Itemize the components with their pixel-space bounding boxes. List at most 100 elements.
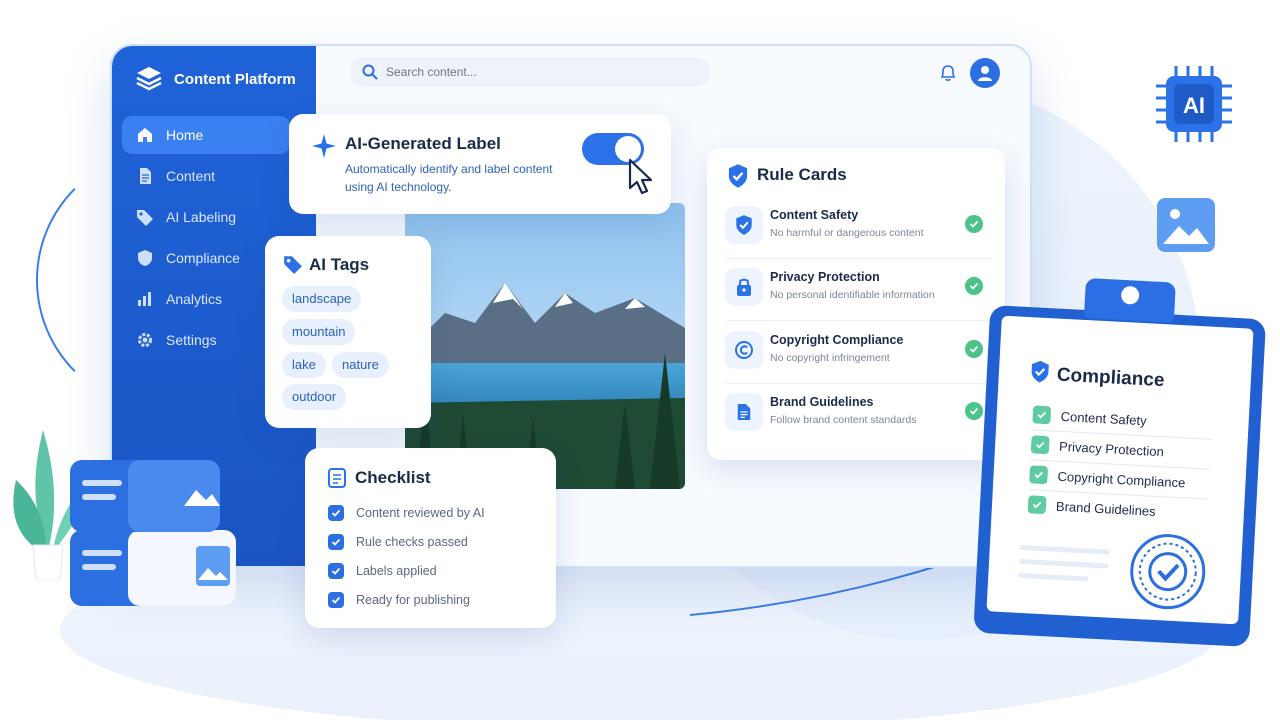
rule-description: No personal identifiable information: [770, 289, 935, 301]
document-icon: [725, 393, 763, 431]
mouse-cursor-icon: [628, 158, 653, 195]
sidebar-item-content[interactable]: Content: [122, 157, 290, 195]
sparkle-icon: [312, 134, 336, 158]
sidebar-item-label: Analytics: [166, 291, 223, 307]
sidebar-item-label: Content: [166, 168, 216, 184]
checklist-icon: [328, 468, 346, 488]
compliance-item: Content Safety: [1032, 405, 1147, 429]
tag-chip[interactable]: outdoor: [282, 384, 347, 410]
rule-name: Brand Guidelines: [770, 395, 874, 409]
ai-tags-title: AI Tags: [309, 255, 370, 274]
check-circle-icon: [965, 402, 983, 420]
compliance-clipboard: Compliance Content Safety Privacy Protec…: [973, 277, 1267, 647]
bar-chart-icon: [138, 292, 151, 306]
divider: [725, 320, 993, 321]
shield-icon: [138, 250, 152, 266]
clipboard-clip: [1083, 277, 1176, 323]
layers-icon: [136, 67, 162, 91]
divider: [725, 383, 993, 384]
avatar[interactable]: [970, 58, 1000, 88]
check-circle-icon: [965, 215, 983, 233]
checklist-item[interactable]: Content reviewed by AI: [328, 505, 485, 521]
lock-icon: [725, 268, 763, 306]
rule-description: Follow brand content standards: [770, 414, 917, 426]
compliance-item-label: Brand Guidelines: [1055, 498, 1157, 519]
rule-row[interactable]: Privacy Protection No personal identifia…: [725, 262, 993, 312]
approval-stamp-icon: [1130, 534, 1206, 610]
checkbox-checked[interactable]: [328, 563, 344, 579]
topbar: [316, 46, 1030, 102]
search-icon: [362, 64, 378, 80]
checklist-item-label: Labels applied: [356, 564, 437, 578]
search-bar[interactable]: [350, 57, 710, 87]
shield-check-icon: [1031, 360, 1049, 383]
clipboard-paper: Compliance Content Safety Privacy Protec…: [986, 315, 1254, 625]
checklist-item[interactable]: Rule checks passed: [328, 534, 468, 550]
compliance-item-label: Content Safety: [1060, 408, 1148, 428]
sidebar-item-ai-labeling[interactable]: AI Labeling: [122, 198, 290, 236]
checkbox-checked[interactable]: [328, 592, 344, 608]
rule-name: Privacy Protection: [770, 270, 880, 284]
tag-icon: [284, 256, 302, 274]
rule-description: No harmful or dangerous content: [770, 227, 924, 239]
checkbox-checked[interactable]: [328, 534, 344, 550]
document-icon: [140, 168, 151, 184]
copyright-icon: [725, 331, 763, 369]
ai-label-description: Automatically identify and label content…: [345, 162, 553, 194]
rule-row[interactable]: Copyright Compliance No copyright infrin…: [725, 325, 993, 375]
placeholder-line: [1018, 558, 1110, 569]
rule-name: Content Safety: [770, 208, 859, 222]
sidebar-item-label: Settings: [166, 332, 217, 348]
tag-icon: [137, 210, 153, 226]
rule-cards-panel: Rule Cards Content Safety No harmful or …: [707, 148, 1005, 460]
rule-name: Copyright Compliance: [770, 333, 904, 347]
checklist-item-label: Rule checks passed: [356, 535, 468, 549]
compliance-item-label: Copyright Compliance: [1057, 468, 1186, 490]
rule-description: No copyright infringement: [770, 352, 890, 364]
checklist-item-label: Ready for publishing: [356, 593, 470, 607]
checklist-item[interactable]: Labels applied: [328, 563, 437, 579]
ai-label-card: AI-Generated Label Automatically identif…: [289, 114, 671, 214]
bell-icon[interactable]: [938, 63, 958, 83]
shield-check-icon: [728, 164, 748, 188]
shield-check-icon: [725, 206, 763, 244]
checklist-item[interactable]: Ready for publishing: [328, 592, 470, 608]
user-icon: [978, 66, 992, 81]
checkbox-checked: [1027, 495, 1047, 515]
check-circle-icon: [965, 340, 983, 358]
gear-icon: [138, 333, 152, 347]
checkbox-checked[interactable]: [328, 505, 344, 521]
compliance-item-label: Privacy Protection: [1058, 438, 1165, 459]
tag-chip[interactable]: lake: [282, 352, 326, 378]
tag-chip[interactable]: mountain: [282, 319, 356, 345]
checkbox-checked: [1029, 465, 1049, 485]
landscape-photo: [405, 203, 685, 489]
sidebar-item-home[interactable]: Home: [122, 116, 290, 154]
checklist-card: Checklist Content reviewed by AI Rule ch…: [305, 448, 556, 628]
compliance-item: Brand Guidelines: [1027, 495, 1157, 520]
checklist-title: Checklist: [355, 468, 431, 487]
home-icon: [138, 128, 152, 142]
clip-hole: [1120, 285, 1140, 305]
ai-tags-card: AI Tags landscape mountain lake nature o…: [265, 236, 431, 428]
sidebar-item-label: Compliance: [166, 250, 240, 266]
image-icon: [1157, 198, 1215, 252]
rule-row[interactable]: Content Safety No harmful or dangerous c…: [725, 200, 993, 250]
compliance-title: Compliance: [1056, 364, 1165, 392]
ai-chip-label: AI: [1183, 93, 1205, 118]
tag-chip[interactable]: landscape: [282, 286, 362, 312]
tag-chip[interactable]: nature: [332, 352, 389, 378]
checkbox-checked: [1030, 435, 1050, 455]
ai-label-title: AI-Generated Label: [345, 134, 501, 153]
app-title: Content Platform: [174, 70, 296, 88]
compliance-item: Privacy Protection: [1030, 435, 1165, 460]
checklist-item-label: Content reviewed by AI: [356, 506, 485, 520]
placeholder-line: [1018, 572, 1089, 582]
rule-row[interactable]: Brand Guidelines Follow brand content st…: [725, 387, 993, 437]
ai-chip-icon: AI: [1156, 66, 1232, 142]
check-circle-icon: [965, 277, 983, 295]
stacked-media-icon: [70, 460, 236, 606]
brand[interactable]: Content Platform: [134, 64, 296, 94]
search-input[interactable]: [386, 65, 686, 79]
sidebar-item-label: AI Labeling: [166, 209, 237, 225]
